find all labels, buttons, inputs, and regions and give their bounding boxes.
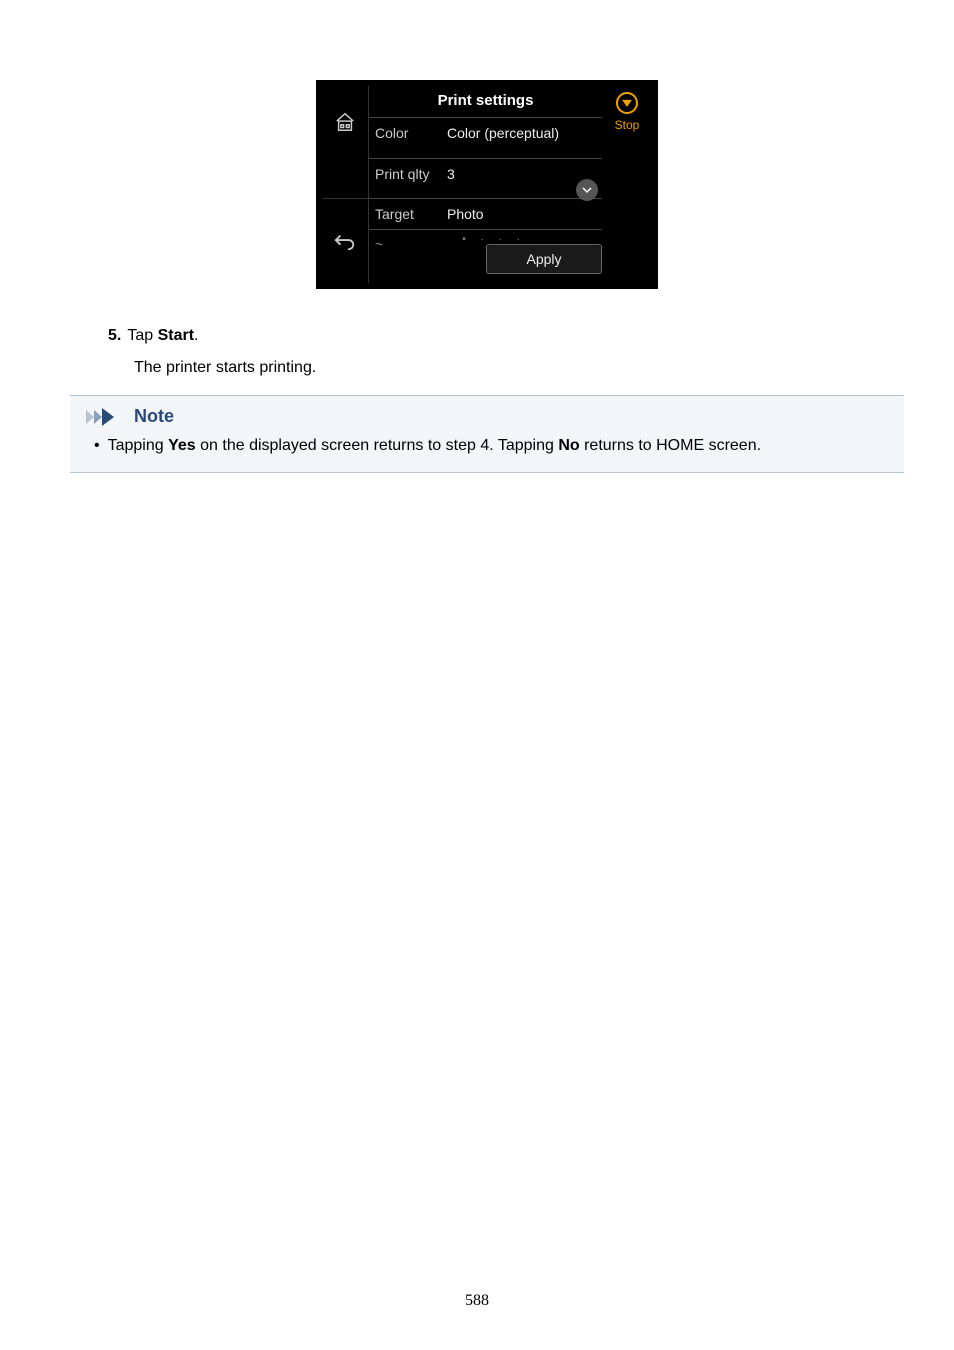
note-arrows-icon bbox=[86, 408, 126, 426]
setting-row-color[interactable]: Color Color (perceptual) bbox=[369, 117, 602, 148]
step-result-text: The printer starts printing. bbox=[134, 359, 884, 377]
chevron-down-icon bbox=[582, 183, 592, 197]
note-box: Note • Tapping Yes on the displayed scre… bbox=[70, 395, 904, 472]
text: Tap bbox=[127, 327, 157, 344]
setting-label: Color bbox=[375, 125, 447, 141]
scroll-down-button[interactable] bbox=[576, 179, 598, 201]
setting-value: Color (perceptual) bbox=[447, 125, 596, 141]
setting-label: Target bbox=[375, 206, 447, 222]
bullet: • bbox=[94, 435, 100, 457]
back-icon bbox=[334, 232, 356, 250]
setting-row-printqlty[interactable]: Print qlty 3 bbox=[369, 158, 602, 189]
stop-label: Stop bbox=[615, 118, 640, 132]
note-heading-text: Note bbox=[134, 406, 174, 427]
setting-label: Print qlty bbox=[375, 166, 447, 182]
text: . bbox=[194, 327, 198, 344]
printer-screen-figure: Print settings Color Color (perceptual) … bbox=[90, 80, 884, 289]
setting-value: Photo bbox=[447, 206, 596, 222]
step-number: 5. bbox=[108, 325, 121, 347]
text-bold: Start bbox=[158, 327, 194, 344]
step-text: Tap Start. bbox=[127, 325, 884, 347]
note-heading: Note bbox=[86, 406, 888, 427]
text: Tapping bbox=[108, 437, 169, 454]
note-item: • Tapping Yes on the displayed screen re… bbox=[94, 435, 888, 457]
home-icon bbox=[334, 111, 356, 133]
setting-value: 3 bbox=[447, 166, 596, 182]
stop-icon bbox=[616, 92, 638, 114]
home-button[interactable] bbox=[322, 86, 369, 158]
stop-button[interactable]: Stop bbox=[602, 86, 652, 158]
text-bold: Yes bbox=[168, 437, 196, 454]
apply-button[interactable]: Apply bbox=[486, 244, 602, 274]
back-button[interactable] bbox=[322, 198, 369, 283]
screen-title: Print settings bbox=[369, 86, 602, 117]
text: returns to HOME screen. bbox=[580, 437, 761, 454]
text-bold: No bbox=[558, 437, 579, 454]
text: on the displayed screen returns to step … bbox=[196, 437, 559, 454]
step-5: 5. Tap Start. bbox=[108, 325, 884, 347]
page-number: 588 bbox=[0, 1292, 954, 1310]
setting-row-target[interactable]: Target Photo bbox=[369, 198, 602, 229]
note-text: Tapping Yes on the displayed screen retu… bbox=[108, 435, 761, 457]
